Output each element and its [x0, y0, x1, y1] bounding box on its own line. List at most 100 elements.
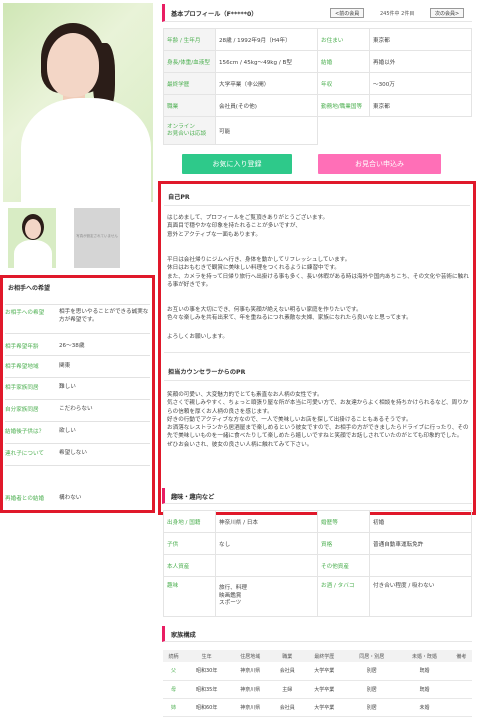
- field-label: お住まい: [317, 28, 370, 51]
- field-value: 再婚以外: [369, 50, 472, 73]
- table-cell: [450, 662, 472, 681]
- table-cell: 神奈川県: [229, 698, 272, 717]
- column-header: 未婚・既婚: [398, 650, 451, 662]
- table-header-row: 続柄 生年 住居地域 職業 最終学歴 同居・別居 未婚・既婚 備考: [163, 650, 472, 662]
- self-pr-paragraph-4: よろしくお願いします。: [167, 334, 228, 340]
- next-member-button[interactable]: 次の会員>: [430, 8, 465, 18]
- table-row: 最終学歴 大学卒業（非公開） 年収 〜300万: [163, 72, 472, 95]
- field-label: 婚歴等: [317, 510, 370, 533]
- table-cell: 会社員: [271, 698, 304, 717]
- field-value: 初婚: [369, 510, 472, 533]
- field-value: 付き合い程度 / 吸わない: [369, 576, 472, 617]
- field-value: 28歳 / 1992年9月（H4年）: [215, 28, 318, 51]
- field-value: [215, 554, 318, 577]
- table-cell: 別居: [345, 662, 399, 681]
- self-pr-paragraph-3: お互いの事を大切にでき、何事も笑顔が絶えない明るい家庭を作りたいです。 色々な楽…: [167, 307, 412, 322]
- preference-row: 相手希望地域 関東: [5, 355, 150, 377]
- column-header: 続柄: [163, 650, 185, 662]
- field-label: 資格: [317, 532, 370, 555]
- preference-row: 自分家族同居 こだわらない: [5, 399, 150, 421]
- preference-value: 構わない: [59, 495, 82, 501]
- preference-value: 関東: [59, 363, 71, 369]
- field-label: オンライン お見合いは応談: [163, 116, 216, 145]
- field-value: 可能: [215, 116, 318, 145]
- field-value: 普通自動車運転免許: [369, 532, 472, 555]
- table-cell: 主婦: [271, 680, 304, 699]
- field-label: お酒 / タバコ: [317, 576, 370, 617]
- self-pr-paragraph-1: はじめまして、プロフィールをご覧頂きありがとうございます。 真面目で穏やかな印象…: [167, 215, 329, 238]
- field-label: その他資産: [317, 554, 370, 577]
- table-cell: 既婚: [398, 662, 451, 681]
- thumbnail-photo-1[interactable]: [8, 208, 56, 268]
- field-value: 東京都: [369, 94, 472, 117]
- table-cell: 神奈川県: [229, 680, 272, 699]
- field-value: 大学卒業（非公開）: [215, 72, 318, 95]
- column-header: 備考: [450, 650, 472, 662]
- table-row: オンライン お見合いは応談 可能: [163, 116, 472, 145]
- omiai-request-button[interactable]: お見合い申込み: [318, 154, 441, 174]
- table-row: 出身地 / 国籍 神奈川県 / 日本 婚歴等 初婚: [163, 510, 472, 533]
- preference-title: お相手への希望: [8, 285, 51, 292]
- field-label: 年齢 / 生年月: [163, 28, 216, 51]
- table-cell: 昭和60年: [184, 698, 230, 717]
- table-cell: 未婚: [398, 698, 451, 717]
- preference-label: 自分家族同居: [5, 407, 39, 413]
- field-label: 年収: [317, 72, 370, 95]
- table-cell: 昭和30年: [184, 662, 230, 681]
- table-cell: 大学卒業: [303, 680, 346, 699]
- table-row: 本人資産 その他資産: [163, 554, 472, 577]
- field-label: 趣味: [163, 576, 216, 617]
- field-label: 職業: [163, 94, 216, 117]
- family-section-title: 家族構成: [171, 632, 196, 639]
- preference-row: 結婚後子供は？ 欲しい: [5, 421, 150, 443]
- counselor-pr-text: 笑顔の可愛い、大変魅力的でとても素直なお人柄の女性です。 気さくで親しみやすく、…: [167, 392, 469, 448]
- preference-row: 再婚者との結婚 構わない: [5, 465, 150, 509]
- table-cell: 大学卒業: [303, 662, 346, 681]
- table-row: 母 昭和35年 神奈川県 主婦 大学卒業 別居 既婚: [163, 680, 472, 699]
- table-cell: 別居: [345, 698, 399, 717]
- thumb-coat: [14, 240, 52, 268]
- preference-label: 相手希望年齢: [5, 344, 39, 350]
- field-value: 神奈川県 / 日本: [215, 510, 318, 533]
- thumbnail-photo-2-placeholder[interactable]: 写真が設定されていません: [74, 208, 120, 268]
- hobby-section-header: 趣味・趣向など: [162, 488, 472, 504]
- counselor-pr-title: 担当カウンセラーからのPR: [168, 369, 246, 376]
- divider: [164, 352, 470, 353]
- table-cell: [450, 680, 472, 699]
- field-label: 結婚: [317, 50, 370, 73]
- field-value: 〜300万: [369, 72, 472, 95]
- table-cell: 神奈川県: [229, 662, 272, 681]
- divider: [164, 205, 470, 206]
- preference-value: 相手を思いやることができる誠実な方が希望です。: [59, 309, 149, 323]
- column-header: 同居・別居: [345, 650, 399, 662]
- preference-label: 連れ子について: [5, 451, 44, 457]
- column-header: 住居地域: [229, 650, 272, 662]
- preference-row: 相手希望年齢 26〜38歳: [5, 333, 150, 355]
- preference-row: 連れ子について 希望しない: [5, 443, 150, 465]
- field-value: 会社員(その他): [215, 94, 318, 117]
- prev-member-button[interactable]: <前の会員: [330, 8, 365, 18]
- basic-profile-title: 基本プロフィール（F*****0）: [171, 11, 258, 18]
- field-value: 旅行、料理 映画鑑賞 スポーツ: [215, 576, 318, 617]
- preference-label: 再婚者との結婚: [5, 496, 45, 502]
- field-value: なし: [215, 532, 318, 555]
- table-cell: 既婚: [398, 680, 451, 699]
- table-cell: 大学卒業: [303, 698, 346, 717]
- column-header: 生年: [184, 650, 230, 662]
- thumb-face: [25, 219, 41, 239]
- column-header: 最終学歴: [303, 650, 346, 662]
- favorite-button[interactable]: お気に入り登録: [182, 154, 292, 174]
- empty-cell: [370, 117, 472, 145]
- empty-cell: [318, 117, 370, 145]
- member-count: 245件中 2件目: [380, 11, 415, 17]
- profile-photo[interactable]: Sample: [3, 3, 153, 202]
- photo-face: [47, 33, 99, 97]
- preference-value: 26〜38歳: [59, 343, 85, 349]
- field-label: 身長/体重/血液型: [163, 50, 216, 73]
- table-row: 子供 なし 資格 普通自動車運転免許: [163, 532, 472, 555]
- preference-value: 難しい: [59, 384, 76, 390]
- table-cell: 別居: [345, 680, 399, 699]
- column-header: 職業: [271, 650, 304, 662]
- table-cell: 姉: [163, 698, 185, 717]
- preference-row: 相手家族同居 難しい: [5, 377, 150, 399]
